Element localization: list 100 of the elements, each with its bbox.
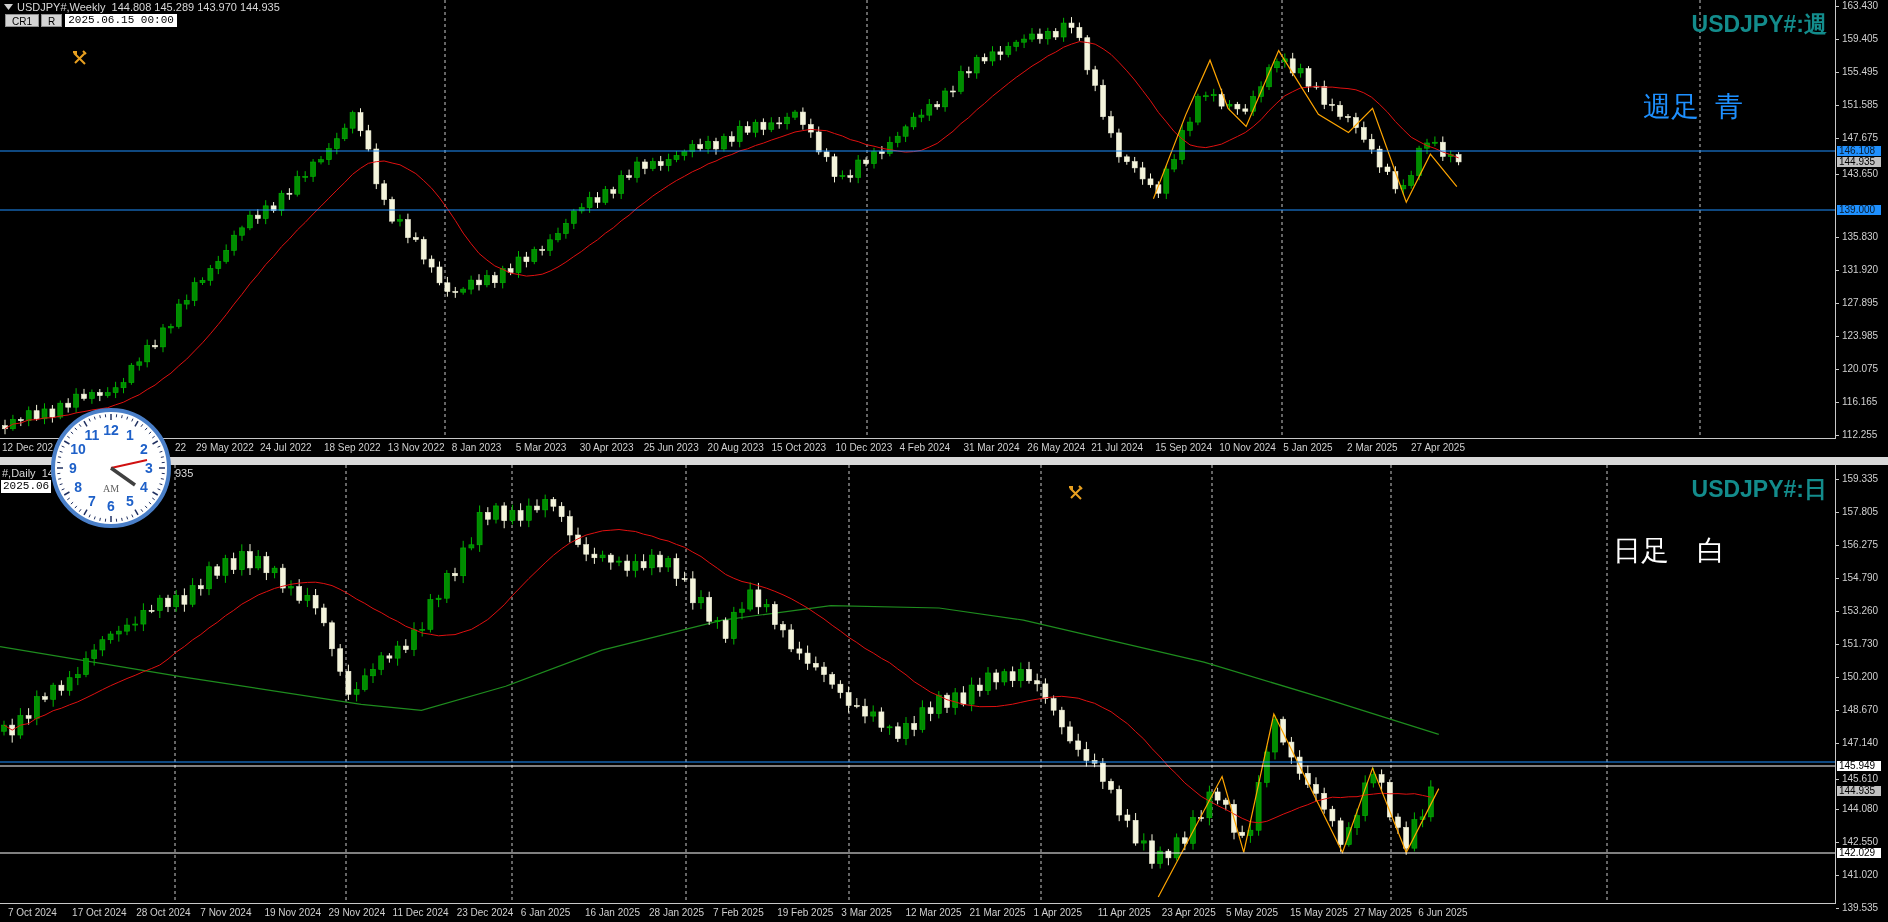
date-label: 7 Nov 2024 bbox=[200, 907, 252, 919]
price-label: 155.495 bbox=[1842, 66, 1879, 78]
price-label: 150.200 bbox=[1842, 671, 1879, 683]
clock-numeral: 2 bbox=[140, 441, 148, 457]
price-label: 151.585 bbox=[1842, 99, 1879, 111]
date-label: 28 Jan 2025 bbox=[649, 907, 705, 919]
date-label: 5 May 2025 bbox=[1225, 907, 1279, 919]
date-label: 29 May 2022 bbox=[196, 442, 254, 454]
datetime-label: 2025.06 bbox=[1, 480, 52, 493]
tools-icon bbox=[72, 50, 88, 66]
clock-numeral: 3 bbox=[145, 460, 153, 476]
date-label: 2 Mar 2025 bbox=[1347, 442, 1398, 454]
price-tag: 146.108 bbox=[1837, 146, 1881, 156]
chart-note: 週足 青 bbox=[1643, 91, 1743, 123]
clock-numeral: 4 bbox=[140, 479, 148, 495]
price-tag: 142.029 bbox=[1837, 848, 1881, 858]
date-label: 31 Mar 2024 bbox=[963, 442, 1020, 454]
price-label: 163.430 bbox=[1842, 0, 1879, 12]
chart-button[interactable]: CR1 bbox=[5, 14, 39, 27]
date-label: 5 Mar 2023 bbox=[515, 442, 567, 454]
price-label: 145.610 bbox=[1842, 773, 1879, 785]
symbol-info: USDJPY#,Weekly 144.808 145.289 143.970 144.935 bbox=[17, 0, 280, 14]
clock-numeral: 1 bbox=[126, 427, 134, 444]
price-tag: 144.935 bbox=[1837, 157, 1881, 167]
date-label: 12 Mar 2025 bbox=[905, 907, 962, 919]
dropdown-icon[interactable] bbox=[4, 4, 13, 10]
date-label: 23 Dec 2024 bbox=[456, 907, 514, 919]
date-label: 23 Apr 2025 bbox=[1161, 907, 1216, 919]
date-label: 11 Dec 2024 bbox=[392, 907, 449, 919]
price-label: 144.080 bbox=[1842, 803, 1879, 815]
date-label: 21 Jul 2024 bbox=[1091, 442, 1143, 454]
price-tag: 144.935 bbox=[1837, 786, 1881, 796]
price-label: 159.335 bbox=[1842, 473, 1879, 485]
clock-numeral: 11 bbox=[84, 427, 100, 444]
symbol-info: 935 bbox=[175, 466, 194, 480]
price-label: 112.255 bbox=[1842, 429, 1878, 441]
date-label: 3 Mar 2025 bbox=[841, 907, 892, 919]
date-label: 24 Jul 2022 bbox=[259, 442, 312, 454]
datetime-label: 2025.06.15 00:00 bbox=[65, 14, 177, 27]
chart-title: USDJPY#:日 bbox=[1691, 475, 1827, 503]
price-label: 135.830 bbox=[1842, 231, 1879, 243]
date-label: 27 May 2025 bbox=[1354, 907, 1412, 919]
date-label: 30 Apr 2023 bbox=[579, 442, 634, 454]
date-label: 16 Jan 2025 bbox=[584, 907, 640, 919]
date-label: 15 Sep 2024 bbox=[1155, 442, 1212, 454]
date-label: 7 Oct 2024 bbox=[8, 907, 57, 919]
clock-period-label: AM bbox=[102, 483, 120, 494]
date-label: 19 Feb 2025 bbox=[777, 907, 834, 919]
chart-note: 日足 白 bbox=[1613, 535, 1725, 567]
price-label: 148.670 bbox=[1842, 704, 1879, 716]
date-label: 4 Feb 2024 bbox=[899, 442, 951, 454]
price-label: 120.075 bbox=[1842, 363, 1879, 375]
date-label: 12 Dec 202 bbox=[2, 442, 54, 454]
price-label: 123.985 bbox=[1842, 330, 1879, 342]
price-label: 131.920 bbox=[1842, 264, 1879, 276]
clock-numeral: 8 bbox=[74, 479, 82, 495]
date-label: 27 Apr 2025 bbox=[1411, 442, 1465, 454]
price-label: 151.730 bbox=[1842, 638, 1879, 650]
price-label: 153.260 bbox=[1842, 605, 1879, 617]
date-label: 11 Apr 2025 bbox=[1097, 907, 1151, 919]
chart-button[interactable]: R bbox=[41, 14, 63, 27]
clock-numeral: 12 bbox=[103, 422, 119, 438]
date-label: 5 Jan 2025 bbox=[1283, 442, 1333, 454]
date-label: 15 Oct 2023 bbox=[771, 442, 827, 454]
chart-title: USDJPY#:週 bbox=[1691, 10, 1827, 38]
date-label: 22 bbox=[175, 442, 187, 454]
date-label: 6 Jun 2025 bbox=[1418, 907, 1468, 919]
price-label: 156.275 bbox=[1842, 539, 1879, 551]
clock-numeral: 6 bbox=[107, 498, 115, 514]
date-label: 15 May 2025 bbox=[1290, 907, 1348, 919]
price-label: 141.020 bbox=[1842, 869, 1879, 881]
hour-hand bbox=[110, 466, 136, 487]
price-label: 159.405 bbox=[1842, 33, 1879, 45]
price-label: 139.535 bbox=[1842, 902, 1879, 914]
date-label: 28 Oct 2024 bbox=[136, 907, 191, 919]
date-label: 8 Jan 2023 bbox=[451, 442, 502, 454]
price-label: 116.165 bbox=[1842, 396, 1878, 408]
price-label: 147.140 bbox=[1842, 737, 1879, 749]
clock-numeral: 7 bbox=[88, 492, 96, 509]
date-label: 7 Feb 2025 bbox=[713, 907, 764, 919]
date-label: 1 Apr 2025 bbox=[1033, 907, 1082, 919]
price-tag: 145.949 bbox=[1837, 761, 1881, 771]
date-label: 26 May 2024 bbox=[1027, 442, 1086, 454]
price-label: 154.790 bbox=[1842, 572, 1879, 584]
date-label: 10 Dec 2023 bbox=[835, 442, 893, 454]
date-label: 29 Nov 2024 bbox=[328, 907, 386, 919]
date-label: 18 Sep 2022 bbox=[323, 442, 381, 454]
date-label: 13 Nov 2022 bbox=[387, 442, 445, 454]
tools-icon bbox=[1068, 485, 1084, 501]
clock-numeral: 5 bbox=[126, 492, 134, 509]
clock-numeral: 9 bbox=[69, 460, 77, 476]
price-label: 157.805 bbox=[1842, 506, 1879, 518]
price-label: 147.675 bbox=[1842, 132, 1879, 144]
date-label: 6 Jan 2025 bbox=[520, 907, 571, 919]
price-tag: 139.000 bbox=[1837, 205, 1881, 215]
date-label: 19 Nov 2024 bbox=[264, 907, 322, 919]
date-label: 17 Oct 2024 bbox=[72, 907, 127, 919]
clock-numeral: 10 bbox=[70, 441, 86, 457]
price-label: 142.550 bbox=[1842, 836, 1879, 848]
date-label: 21 Mar 2025 bbox=[969, 907, 1026, 919]
